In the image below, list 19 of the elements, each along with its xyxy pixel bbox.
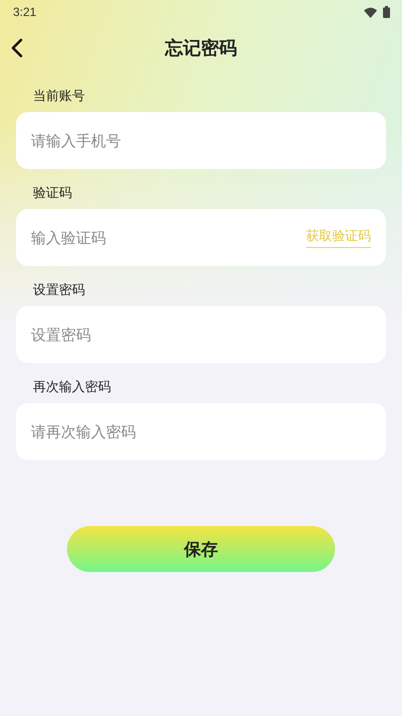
field-label: 验证码	[32, 185, 73, 203]
input-field[interactable]: 输入验证码 获取验证码	[16, 209, 386, 266]
get-code-link[interactable]: 获取验证码	[306, 227, 371, 248]
status-time: 3:21	[13, 5, 36, 19]
wifi-icon	[364, 6, 377, 18]
text-input[interactable]: 输入验证码	[31, 228, 306, 246]
field-label: 设置密码	[32, 282, 86, 300]
back-button[interactable]	[11, 38, 23, 58]
text-input[interactable]: 请输入手机号	[31, 132, 371, 150]
field-label: 当前账号	[32, 88, 86, 106]
battery-icon	[383, 6, 390, 18]
page-title: 忘记密码	[165, 37, 237, 60]
input-field[interactable]: 设置密码	[16, 306, 386, 363]
text-input[interactable]: 设置密码	[31, 326, 371, 344]
save-button[interactable]: 保存	[67, 526, 335, 572]
text-input[interactable]: 请再次输入密码	[31, 422, 371, 440]
input-field[interactable]: 请再次输入密码	[16, 403, 386, 460]
field-label: 再次输入密码	[32, 379, 112, 397]
input-field[interactable]: 请输入手机号	[16, 112, 386, 169]
